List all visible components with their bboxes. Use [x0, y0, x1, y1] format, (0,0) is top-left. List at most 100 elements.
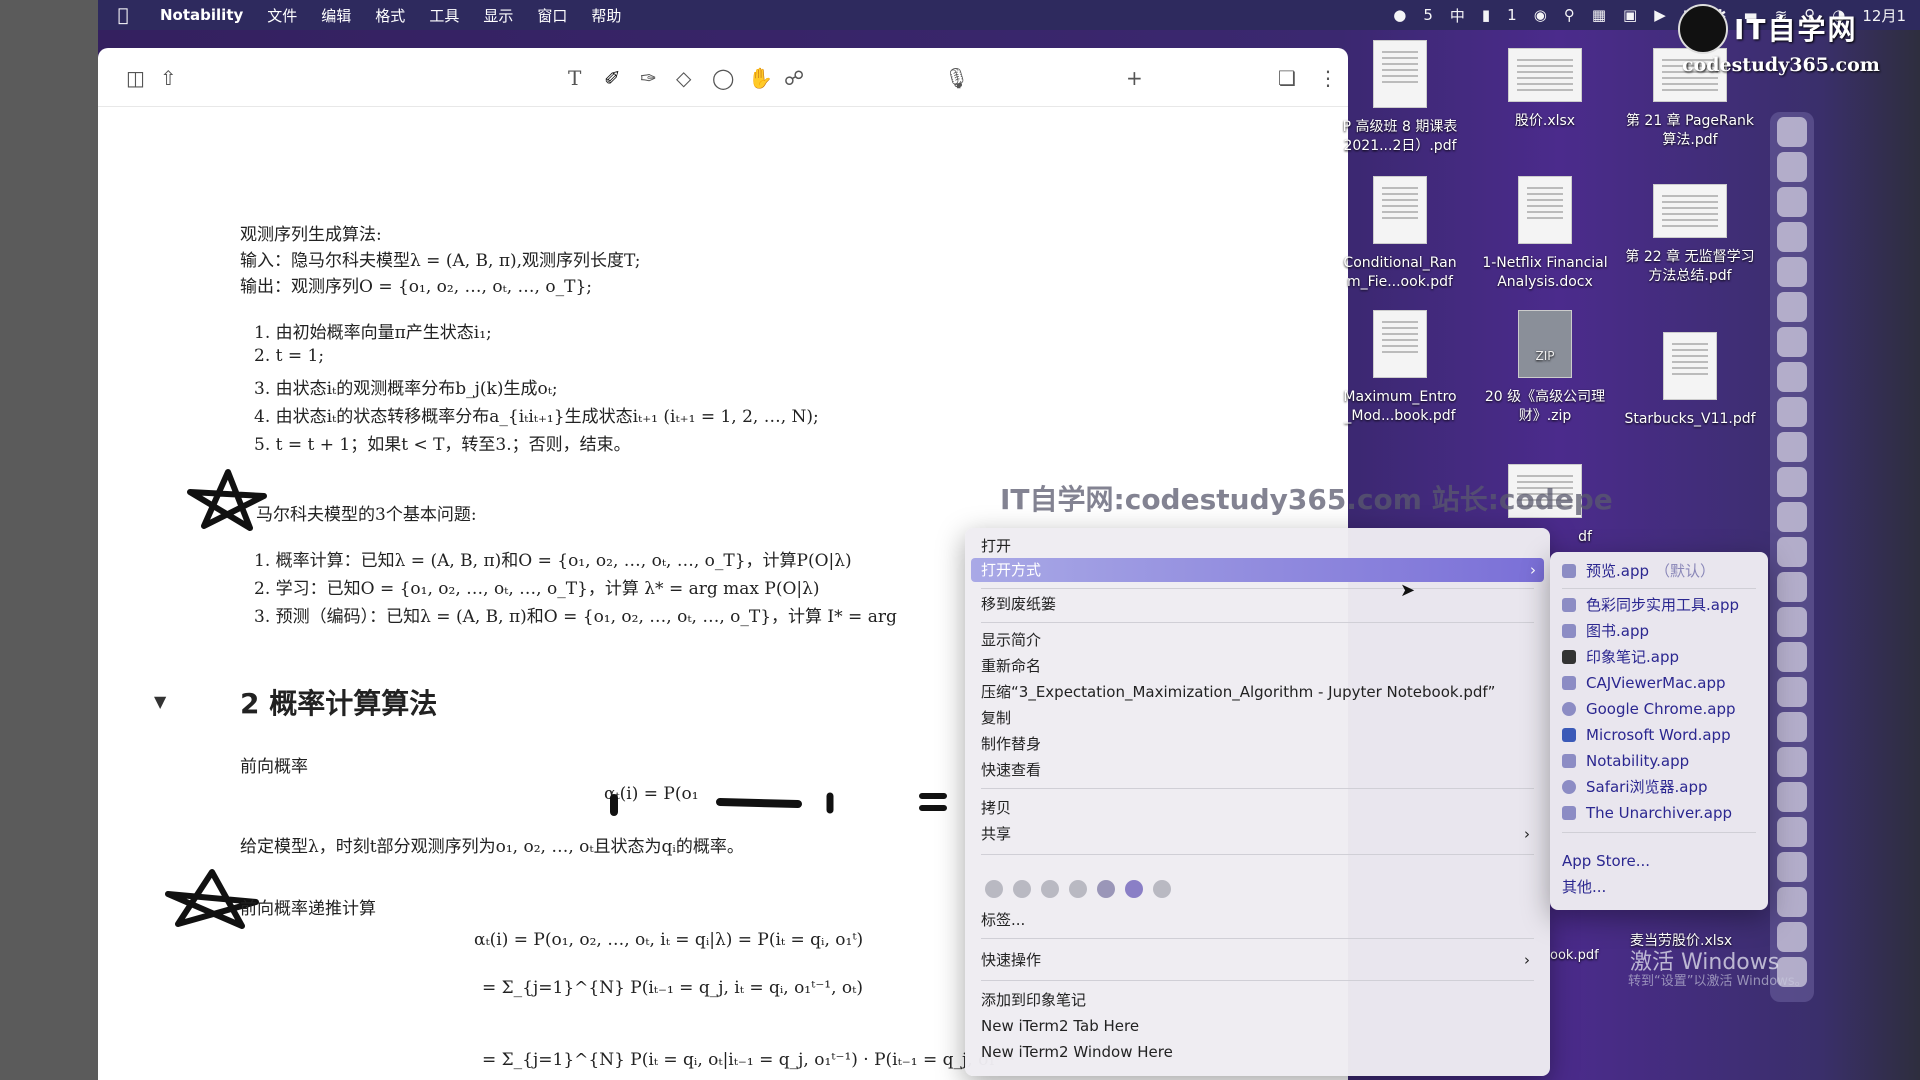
dock-app-icon[interactable]: [1777, 117, 1807, 147]
wechat-icon[interactable]: ●: [1393, 6, 1406, 24]
tag-color-dot[interactable]: [1013, 880, 1031, 898]
tag-color-dot[interactable]: [1153, 880, 1171, 898]
menu-item-rename[interactable]: 重新命名: [981, 654, 1538, 678]
dock-app-icon[interactable]: [1777, 607, 1807, 637]
dock-app-icon[interactable]: [1777, 712, 1807, 742]
menu-item-make-alias[interactable]: 制作替身: [981, 732, 1538, 756]
app-status-icon[interactable]: ▣: [1623, 6, 1637, 24]
desktop-file[interactable]: 第 22 章 无监督学习 方法总结.pdf: [1620, 176, 1760, 286]
submenu-item-colorsync[interactable]: 色彩同步实用工具.app: [1562, 594, 1762, 616]
dock-app-icon[interactable]: [1777, 782, 1807, 812]
menu-help[interactable]: 帮助: [579, 5, 633, 26]
menu-window[interactable]: 窗口: [525, 5, 579, 26]
tag-color-dot[interactable]: [985, 880, 1003, 898]
apple-icon[interactable]: : [98, 5, 148, 26]
dock-app-icon[interactable]: [1777, 187, 1807, 217]
pdf-thumbnail: [1373, 40, 1427, 108]
dock-app-icon[interactable]: [1777, 537, 1807, 567]
desktop-file[interactable]: ZIP 20 级《高级公司理 财》.zip: [1475, 310, 1615, 426]
menu-item-share[interactable]: 共享 ›: [981, 822, 1538, 846]
dock-app-icon[interactable]: [1777, 677, 1807, 707]
menu-item-open-with[interactable]: 打开方式 ›: [971, 558, 1544, 582]
play-icon[interactable]: ▶: [1654, 6, 1666, 24]
sidebar-toggle-icon[interactable]: ◫: [126, 66, 145, 90]
tag-color-dot[interactable]: [1097, 880, 1115, 898]
desktop-file[interactable]: Conditional_Ran m_Fie...ook.pdf: [1330, 176, 1470, 292]
dock-app-icon[interactable]: [1777, 152, 1807, 182]
submenu-item-unarchiver[interactable]: The Unarchiver.app: [1562, 802, 1762, 824]
menu-item-iterm-window[interactable]: New iTerm2 Window Here: [981, 1040, 1538, 1064]
menu-item-duplicate[interactable]: 复制: [981, 706, 1538, 730]
dock-app-icon[interactable]: [1777, 852, 1807, 882]
menu-item-add-to-evernote[interactable]: 添加到印象笔记: [981, 988, 1538, 1012]
menu-item-compress[interactable]: 压缩“3_Expectation_Maximization_Algorithm …: [981, 680, 1538, 704]
menu-format[interactable]: 格式: [363, 5, 417, 26]
menu-item-tags[interactable]: 标签...: [981, 908, 1538, 932]
dock-app-icon[interactable]: [1777, 432, 1807, 462]
dock-app-icon[interactable]: [1777, 922, 1807, 952]
link-tool-icon[interactable]: ☍: [784, 66, 804, 90]
desktop-file[interactable]: Starbucks_V11.pdf: [1620, 332, 1760, 429]
menu-item-quick-look[interactable]: 快速查看: [981, 758, 1538, 782]
tag-color-dot[interactable]: [1041, 880, 1059, 898]
share-icon[interactable]: ⇧: [160, 66, 177, 90]
menu-edit[interactable]: 编辑: [309, 5, 363, 26]
dock-app-icon[interactable]: [1777, 747, 1807, 777]
lasso-tool-icon[interactable]: ◯: [712, 66, 734, 90]
menu-item-iterm-tab[interactable]: New iTerm2 Tab Here: [981, 1014, 1538, 1038]
dock-app-icon[interactable]: [1777, 502, 1807, 532]
search-status-icon[interactable]: ⚲: [1564, 6, 1575, 24]
submenu-item-other[interactable]: 其他...: [1562, 876, 1762, 898]
highlighter-tool-icon[interactable]: ✑: [640, 66, 657, 90]
evernote-status-icon[interactable]: ◉: [1534, 6, 1547, 24]
menu-view[interactable]: 显示: [471, 5, 525, 26]
submenu-item-preview[interactable]: 预览.app （默认）: [1562, 560, 1762, 582]
submenu-item-notability[interactable]: Notability.app: [1562, 750, 1762, 772]
submenu-item-word[interactable]: Microsoft Word.app: [1562, 724, 1762, 746]
tag-color-dot[interactable]: [1069, 880, 1087, 898]
submenu-item-books[interactable]: 图书.app: [1562, 620, 1762, 642]
dock-app-icon[interactable]: [1777, 467, 1807, 497]
collapse-triangle-icon[interactable]: ▼: [154, 692, 166, 711]
submenu-item-chrome[interactable]: Google Chrome.app: [1562, 698, 1762, 720]
keyboard-icon[interactable]: ▦: [1592, 6, 1606, 24]
microphone-icon[interactable]: 🎙: [944, 66, 969, 90]
dock-app-icon[interactable]: [1777, 887, 1807, 917]
dock-app-icon[interactable]: [1777, 397, 1807, 427]
battery-app-icon[interactable]: ▮: [1482, 6, 1490, 24]
dock-app-icon[interactable]: [1777, 327, 1807, 357]
dock-app-icon[interactable]: [1777, 292, 1807, 322]
menu-item-open[interactable]: 打开: [981, 534, 1538, 558]
dock-app-icon[interactable]: [1777, 642, 1807, 672]
menu-file[interactable]: 文件: [255, 5, 309, 26]
menu-item-copy[interactable]: 拷贝: [981, 796, 1538, 820]
desktop-file[interactable]: Maximum_Entro _Mod...book.pdf: [1330, 310, 1470, 426]
dock-app-icon[interactable]: [1777, 222, 1807, 252]
menu-item-quick-actions[interactable]: 快速操作 ›: [981, 948, 1538, 972]
submenu-item-cajviewer[interactable]: CAJViewerMac.app: [1562, 672, 1762, 694]
menu-item-get-info[interactable]: 显示简介: [981, 628, 1538, 652]
menu-tools[interactable]: 工具: [417, 5, 471, 26]
hand-tool-icon[interactable]: ✋: [748, 66, 773, 90]
dock-app-icon[interactable]: [1777, 817, 1807, 847]
pen-tool-icon[interactable]: ✐: [604, 66, 621, 90]
submenu-item-safari[interactable]: Safari浏览器.app: [1562, 776, 1762, 798]
file-name[interactable]: ook.pdf: [1550, 948, 1599, 963]
dock-app-icon[interactable]: [1777, 362, 1807, 392]
add-page-icon[interactable]: +: [1126, 66, 1143, 90]
menu-item-move-to-trash[interactable]: 移到废纸篓: [981, 592, 1538, 616]
menu-app-name[interactable]: Notability: [148, 6, 255, 24]
submenu-item-evernote[interactable]: 印象笔记.app: [1562, 646, 1762, 668]
tag-color-dot[interactable]: [1125, 880, 1143, 898]
dock-app-icon[interactable]: [1777, 257, 1807, 287]
desktop-file[interactable]: 1-Netflix Financial Analysis.docx: [1475, 176, 1615, 292]
input-method[interactable]: 中: [1450, 5, 1465, 26]
eraser-tool-icon[interactable]: ◇: [676, 66, 691, 90]
text-tool-icon[interactable]: T: [568, 66, 581, 90]
desktop-file[interactable]: P 高级班 8 期课表 2021...2日）.pdf: [1330, 40, 1470, 156]
submenu-item-app-store[interactable]: App Store...: [1562, 850, 1762, 872]
battery-app-count: 1: [1507, 6, 1517, 24]
desktop-file[interactable]: 股价.xlsx: [1475, 40, 1615, 131]
pages-icon[interactable]: ❏: [1278, 66, 1296, 90]
dock-app-icon[interactable]: [1777, 572, 1807, 602]
